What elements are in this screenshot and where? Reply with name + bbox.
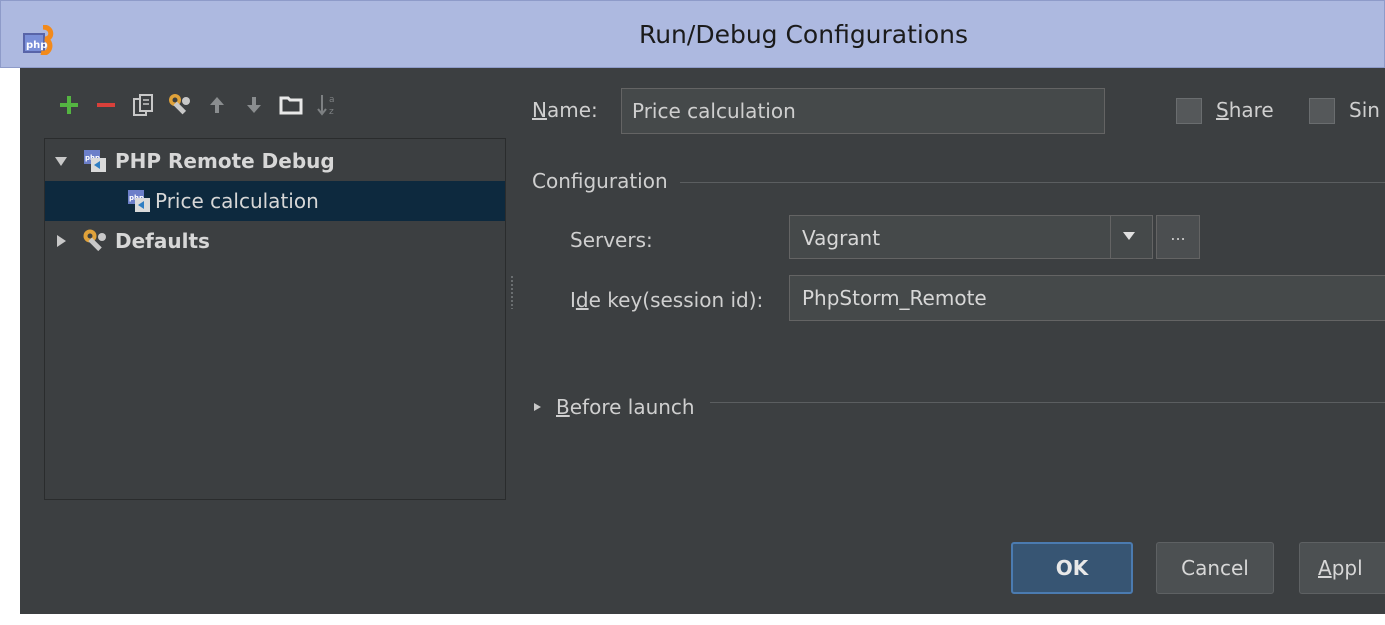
configuration-section-title: Configuration	[532, 169, 680, 193]
remove-configuration-button[interactable]	[89, 88, 123, 122]
svg-text:php: php	[26, 40, 47, 51]
edit-defaults-button[interactable]	[163, 88, 197, 122]
ok-button[interactable]: OK	[1011, 542, 1133, 594]
phpstorm-app-icon: php	[23, 25, 54, 55]
expand-arrow-icon[interactable]	[55, 234, 67, 248]
apply-button[interactable]: Appl	[1299, 542, 1385, 594]
tree-item-php-remote-debug[interactable]: php PHP Remote Debug	[45, 141, 505, 181]
share-checkbox[interactable]	[1176, 98, 1202, 124]
ide-key-value: PhpStorm_Remote	[802, 286, 987, 310]
dialog-content: az php PHP Remote Debug php	[20, 68, 1385, 614]
run-debug-configurations-dialog: php Run/Debug Configurations a z PHP Rem…	[0, 0, 1385, 625]
name-label: Name:	[532, 98, 598, 122]
tree-item-defaults[interactable]: Defaults	[45, 221, 505, 261]
move-down-button[interactable]	[237, 88, 271, 122]
expand-arrow-icon	[534, 403, 541, 411]
sort-icon: az	[317, 95, 335, 117]
tree-item-label: Price calculation	[155, 189, 319, 213]
before-launch-toggle[interactable]: Before launch	[532, 395, 695, 419]
remove-icon	[97, 103, 115, 107]
php-remote-debug-icon: php	[128, 190, 150, 212]
add-configuration-button[interactable]	[52, 88, 86, 122]
wrench-icon	[169, 94, 190, 115]
add-icon	[60, 96, 78, 114]
servers-selected-value: Vagrant	[802, 226, 881, 250]
create-folder-button[interactable]	[274, 88, 308, 122]
php-remote-debug-icon: php	[84, 150, 106, 172]
copy-configuration-button[interactable]	[126, 88, 160, 122]
single-instance-label[interactable]: Sin	[1349, 98, 1380, 122]
tree-item-label: Defaults	[115, 229, 210, 253]
copy-icon	[133, 94, 153, 116]
configurations-tree[interactable]: php PHP Remote Debug php Price calculati…	[44, 138, 506, 500]
panel-splitter[interactable]	[510, 275, 514, 309]
tree-item-price-calculation[interactable]: php Price calculation	[45, 181, 505, 221]
share-label[interactable]: Share	[1216, 98, 1274, 122]
move-down-icon	[247, 97, 261, 113]
before-launch-separator	[710, 402, 1385, 403]
defaults-icon	[83, 229, 106, 252]
ide-key-label: Ide key(session id):	[570, 288, 764, 312]
servers-label: Servers:	[570, 228, 653, 252]
collapse-arrow-icon[interactable]	[55, 154, 67, 168]
sort-configurations-button[interactable]: az	[311, 88, 345, 122]
dropdown-divider	[1110, 216, 1111, 258]
title-bar[interactable]: php Run/Debug Configurations	[0, 0, 1385, 68]
move-up-button[interactable]	[200, 88, 234, 122]
move-up-icon	[210, 97, 224, 113]
servers-dropdown[interactable]: Vagrant	[789, 215, 1153, 259]
ide-key-input[interactable]: PhpStorm_Remote	[789, 275, 1385, 321]
name-input[interactable]: Price calculation	[621, 88, 1105, 134]
single-instance-checkbox[interactable]	[1309, 98, 1335, 124]
svg-text:a: a	[329, 95, 335, 105]
tree-item-label: PHP Remote Debug	[115, 149, 335, 173]
chevron-down-icon	[1123, 232, 1135, 240]
svg-text:z: z	[329, 107, 334, 117]
configuration-toolbar: az	[52, 88, 348, 122]
cancel-button[interactable]: Cancel	[1156, 542, 1274, 594]
folder-icon	[279, 96, 303, 115]
dialog-title: Run/Debug Configurations	[638, 20, 969, 49]
before-launch-label: Before launch	[556, 395, 695, 419]
configure-servers-button[interactable]: ...	[1156, 215, 1200, 259]
